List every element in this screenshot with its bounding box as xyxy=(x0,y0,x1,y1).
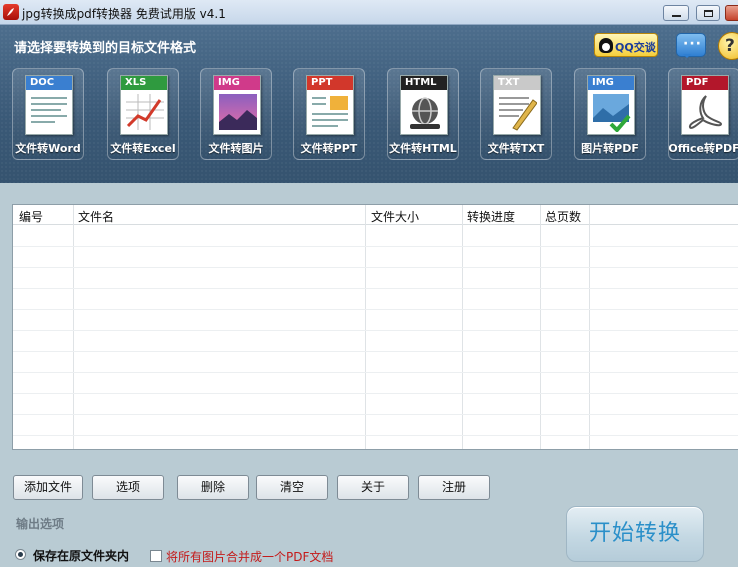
tile-word[interactable]: DOC 文件转Word xyxy=(12,68,84,160)
tile-office-to-pdf-label: Office转PDF xyxy=(668,142,738,155)
col-pages[interactable]: 总页数 xyxy=(545,208,581,225)
tile-txt[interactable]: TXT 文件转TXT xyxy=(480,68,552,160)
qq-chat-button[interactable]: QQ交谈 xyxy=(594,33,658,57)
maximize-button[interactable] xyxy=(696,5,720,21)
tile-ppt[interactable]: PPT 文件转PPT xyxy=(293,68,365,160)
col-filename[interactable]: 文件名 xyxy=(78,208,114,225)
clear-button[interactable]: 清空 xyxy=(256,475,328,500)
tile-image-to-pdf[interactable]: IMG 图片转PDF xyxy=(574,68,646,160)
image-to-pdf-icon: IMG xyxy=(587,75,635,135)
add-file-button[interactable]: 添加文件 xyxy=(13,475,83,500)
office-to-pdf-icon: PDF xyxy=(681,75,729,135)
save-in-source-label[interactable]: 保存在原文件夹内 xyxy=(33,547,129,564)
qq-penguin-icon xyxy=(599,38,613,53)
image-doc-icon: IMG xyxy=(213,75,261,135)
format-prompt: 请选择要转换到的目标文件格式 xyxy=(14,41,197,56)
col-filesize[interactable]: 文件大小 xyxy=(371,208,419,225)
format-header: 请选择要转换到的目标文件格式 QQ交谈 ··· ? DOC 文件转Word XL… xyxy=(0,25,738,183)
tile-image-label: 文件转图片 xyxy=(208,142,264,155)
tile-office-to-pdf[interactable]: PDF Office转PDF xyxy=(668,68,738,160)
save-in-source-radio[interactable] xyxy=(15,549,26,560)
tile-excel-label: 文件转Excel xyxy=(110,142,176,155)
txt-doc-icon: TXT xyxy=(493,75,541,135)
merge-images-label[interactable]: 将所有图片合并成一个PDF文档 xyxy=(166,548,333,565)
qq-chat-label: QQ交谈 xyxy=(615,41,656,54)
html-doc-icon: HTML xyxy=(400,75,448,135)
title-bar: jpg转换成pdf转换器 免费试用版 v4.1 xyxy=(0,0,738,25)
tile-ppt-label: 文件转PPT xyxy=(300,142,358,155)
file-table[interactable]: 编号 文件名 文件大小 转换进度 总页数 xyxy=(12,204,738,450)
chat-bubble-icon[interactable]: ··· xyxy=(676,33,706,58)
minimize-icon xyxy=(672,15,681,17)
about-button[interactable]: 关于 xyxy=(337,475,409,500)
ppt-doc-icon: PPT xyxy=(306,75,354,135)
tile-image-to-pdf-label: 图片转PDF xyxy=(581,142,639,155)
col-progress[interactable]: 转换进度 xyxy=(467,208,515,225)
register-button[interactable]: 注册 xyxy=(418,475,490,500)
merge-images-checkbox[interactable] xyxy=(150,550,162,562)
options-button[interactable]: 选项 xyxy=(92,475,164,500)
excel-doc-icon: XLS xyxy=(120,75,168,135)
window-title: jpg转换成pdf转换器 免费试用版 v4.1 xyxy=(22,7,226,21)
tile-html-label: 文件转HTML xyxy=(389,142,457,155)
table-header: 编号 文件名 文件大小 转换进度 总页数 xyxy=(13,205,738,225)
minimize-button[interactable] xyxy=(663,5,689,21)
tile-excel[interactable]: XLS 文件转Excel xyxy=(107,68,179,160)
format-tiles: DOC 文件转Word XLS 文件转Excel IMG 文件转图片 PPT 文… xyxy=(0,68,738,168)
start-convert-button[interactable]: 开始转换 xyxy=(566,506,704,562)
help-icon[interactable]: ? xyxy=(718,32,738,60)
tile-image[interactable]: IMG 文件转图片 xyxy=(200,68,272,160)
output-options-label: 输出选项 xyxy=(16,517,65,531)
word-doc-icon: DOC xyxy=(25,75,73,135)
tile-html[interactable]: HTML 文件转HTML xyxy=(387,68,459,160)
tile-txt-label: 文件转TXT xyxy=(487,142,545,155)
app-logo-icon xyxy=(3,4,19,20)
maximize-icon xyxy=(704,10,713,17)
close-button[interactable] xyxy=(725,5,738,21)
tile-word-label: 文件转Word xyxy=(15,142,81,155)
col-index[interactable]: 编号 xyxy=(19,208,43,225)
delete-button[interactable]: 删除 xyxy=(177,475,249,500)
